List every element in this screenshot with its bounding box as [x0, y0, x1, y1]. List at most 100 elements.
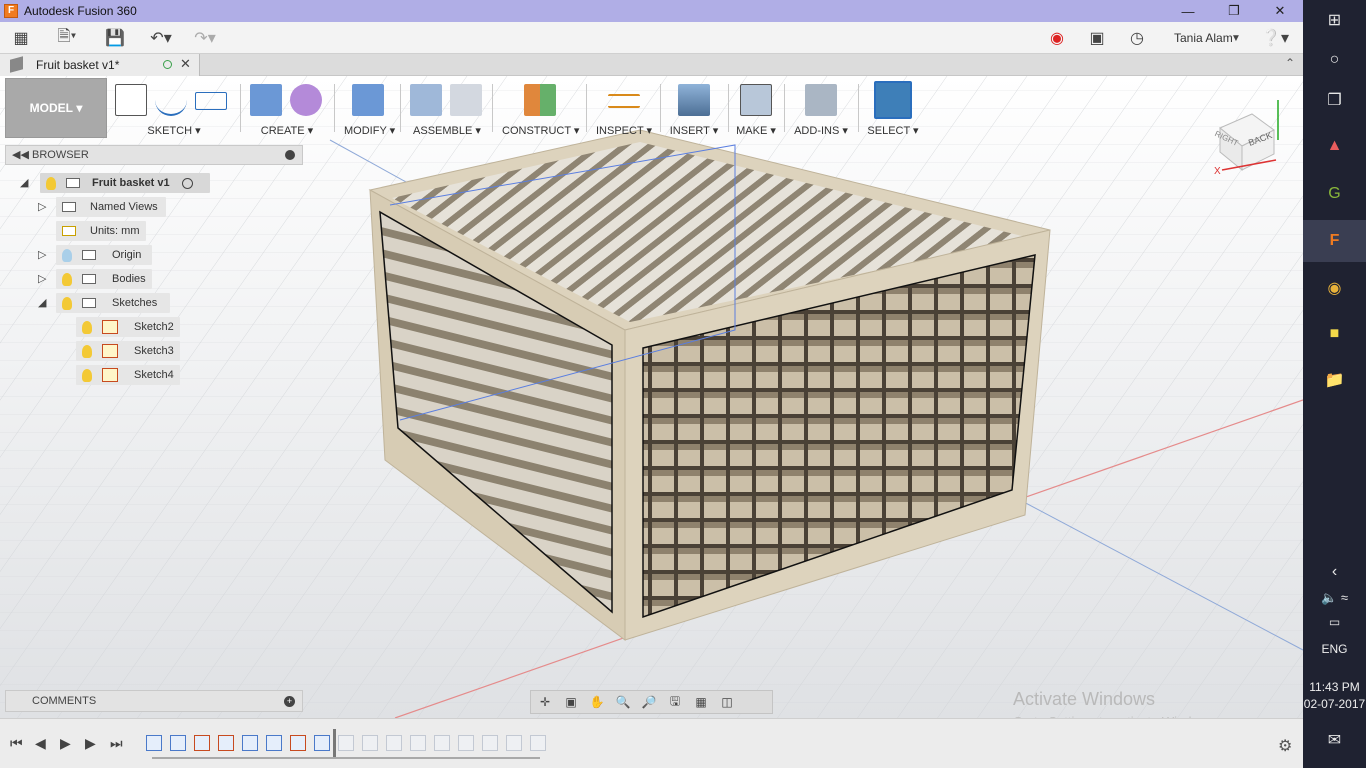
timeline-feature-sketch[interactable]	[290, 735, 306, 751]
browser-item-origin[interactable]: Origin	[56, 245, 152, 265]
grammarly-app-icon[interactable]: G	[1303, 176, 1366, 212]
browser-item-named-views[interactable]: Named Views	[56, 197, 166, 217]
visibility-bulb-icon[interactable]	[46, 176, 56, 190]
windows-start-icon[interactable]: ⊞	[1303, 2, 1366, 38]
comment-icon[interactable]: ▣	[1086, 28, 1108, 48]
close-button[interactable]: ✕	[1257, 0, 1303, 22]
timeline-feature-sketch[interactable]	[170, 735, 186, 751]
browser-item-sketches[interactable]: Sketches	[56, 293, 170, 313]
expand-bodies-icon[interactable]: ▷	[38, 272, 46, 285]
timeline-feature-suppressed[interactable]	[338, 735, 354, 751]
orbit-icon[interactable]: ✛	[535, 694, 555, 710]
collapse-browser-icon[interactable]: ◀◀	[12, 148, 29, 161]
add-ins-group[interactable]: ADD-INS ▾	[792, 78, 850, 138]
help-icon[interactable]: ❔▾	[1260, 28, 1290, 48]
chrome-icon[interactable]: ◉	[1303, 270, 1366, 306]
visibility-bulb-icon[interactable]	[62, 272, 72, 286]
rectangle-icon[interactable]	[195, 92, 227, 110]
user-menu-chevron-icon[interactable]: ▼	[1230, 28, 1242, 48]
timeline-feature-sketch[interactable]	[218, 735, 234, 751]
visibility-bulb-icon[interactable]	[82, 344, 92, 358]
close-tab-icon[interactable]: ✕	[180, 56, 191, 72]
task-view-icon[interactable]: ❐	[1303, 82, 1366, 118]
inspect-group[interactable]: INSPECT ▾	[596, 78, 652, 138]
extrude-icon[interactable]	[250, 84, 282, 116]
offset-plane-icon[interactable]	[524, 84, 556, 116]
select-lasso-icon[interactable]	[874, 81, 912, 119]
timeline-marker[interactable]	[333, 729, 336, 757]
redo-icon[interactable]: ↷▾	[188, 28, 222, 48]
create-sketch-icon[interactable]	[115, 84, 147, 116]
data-panel-grid-icon[interactable]: ▦	[10, 28, 32, 48]
timeline-feature-extrude[interactable]	[242, 735, 258, 751]
timeline-feature-suppressed[interactable]	[506, 735, 522, 751]
browser-item-sketch3[interactable]: Sketch3	[76, 341, 180, 361]
visibility-bulb-icon[interactable]	[62, 248, 72, 262]
timeline-feature-suppressed[interactable]	[362, 735, 378, 751]
viewports-icon[interactable]: ◫	[717, 694, 737, 710]
action-center-icon[interactable]: ✉	[1303, 722, 1366, 758]
modify-group[interactable]: MODIFY ▾	[344, 78, 395, 138]
minimize-button[interactable]: —	[1165, 0, 1211, 22]
cortana-icon[interactable]: ○	[1303, 42, 1366, 78]
expand-root-icon[interactable]: ◢	[20, 176, 28, 189]
create-group[interactable]: CREATE ▾	[250, 78, 324, 138]
browser-minimize-icon[interactable]	[285, 150, 295, 160]
record-icon[interactable]: ◉	[1046, 28, 1068, 48]
collapse-sketches-icon[interactable]: ◢	[38, 296, 46, 309]
scripts-addins-icon[interactable]	[805, 84, 837, 116]
timeline-feature-suppressed[interactable]	[434, 735, 450, 751]
browser-item-sketch4[interactable]: Sketch4	[76, 365, 180, 385]
browser-item-bodies[interactable]: Bodies	[56, 269, 152, 289]
file-explorer-icon[interactable]: 📁	[1303, 362, 1366, 398]
timeline-feature-component[interactable]	[146, 735, 162, 751]
look-at-icon[interactable]: ▣	[561, 694, 581, 710]
clock-time[interactable]: 11:43 PM	[1303, 680, 1366, 694]
spline-icon[interactable]	[155, 84, 187, 116]
visibility-bulb-icon[interactable]	[82, 320, 92, 334]
maximize-button[interactable]: ❐	[1211, 0, 1257, 22]
assemble-group[interactable]: ASSEMBLE ▾	[410, 78, 484, 138]
visibility-bulb-icon[interactable]	[62, 296, 72, 310]
browser-panel-header[interactable]: ◀◀ BROWSER	[5, 145, 303, 165]
timeline-feature-suppressed[interactable]	[530, 735, 546, 751]
timeline-feature-suppressed[interactable]	[482, 735, 498, 751]
expand-named-views-icon[interactable]: ▷	[38, 200, 46, 213]
insert-group[interactable]: INSERT ▾	[668, 78, 720, 138]
timeline-feature-suppressed[interactable]	[410, 735, 426, 751]
pan-hand-icon[interactable]: ✋	[587, 694, 607, 710]
fusion-taskbar-icon[interactable]: F	[1303, 220, 1366, 262]
form-icon[interactable]	[290, 84, 322, 116]
zoom-icon[interactable]: 🔍	[613, 694, 633, 710]
new-component-icon[interactable]	[410, 84, 442, 116]
play-icon[interactable]: ▶	[60, 735, 71, 752]
document-tab[interactable]: Fruit basket v1* ✕	[0, 54, 200, 76]
activate-radio-icon[interactable]	[181, 177, 193, 189]
make-group[interactable]: MAKE ▾	[734, 78, 778, 138]
file-menu-icon[interactable]: 🗎▾	[52, 28, 82, 48]
viewcube[interactable]: BACK RIGHT X	[1212, 100, 1282, 180]
clock-date[interactable]: 02-07-2017	[1303, 697, 1366, 711]
save-icon[interactable]: 💾	[104, 28, 126, 48]
3d-print-icon[interactable]	[740, 84, 772, 116]
measure-icon[interactable]	[608, 94, 640, 108]
undo-icon[interactable]: ↶▾	[144, 28, 178, 48]
grid-settings-icon[interactable]: ▦	[691, 694, 711, 710]
browser-item-sketch2[interactable]: Sketch2	[76, 317, 180, 337]
display-settings-icon[interactable]: 🖫	[665, 694, 685, 710]
timeline-feature-sketch[interactable]	[194, 735, 210, 751]
press-pull-icon[interactable]	[352, 84, 384, 116]
timeline-feature-suppressed[interactable]	[386, 735, 402, 751]
timeline-settings-gear-icon[interactable]: ⚙	[1278, 736, 1292, 756]
go-to-end-icon[interactable]: ⏭	[110, 735, 123, 752]
job-status-clock-icon[interactable]: ◷	[1126, 28, 1148, 48]
timeline-feature-suppressed[interactable]	[458, 735, 474, 751]
select-group[interactable]: SELECT ▾	[866, 78, 920, 138]
user-name[interactable]: Tania Alam	[1174, 31, 1233, 45]
timeline-feature-pattern[interactable]	[314, 735, 330, 751]
fit-window-icon[interactable]: 🔎	[639, 694, 659, 710]
add-comment-icon[interactable]: +	[284, 696, 295, 707]
go-to-start-icon[interactable]: ⏮	[10, 735, 23, 752]
browser-item-units[interactable]: Units: mm	[56, 221, 146, 241]
visibility-bulb-icon[interactable]	[82, 368, 92, 382]
